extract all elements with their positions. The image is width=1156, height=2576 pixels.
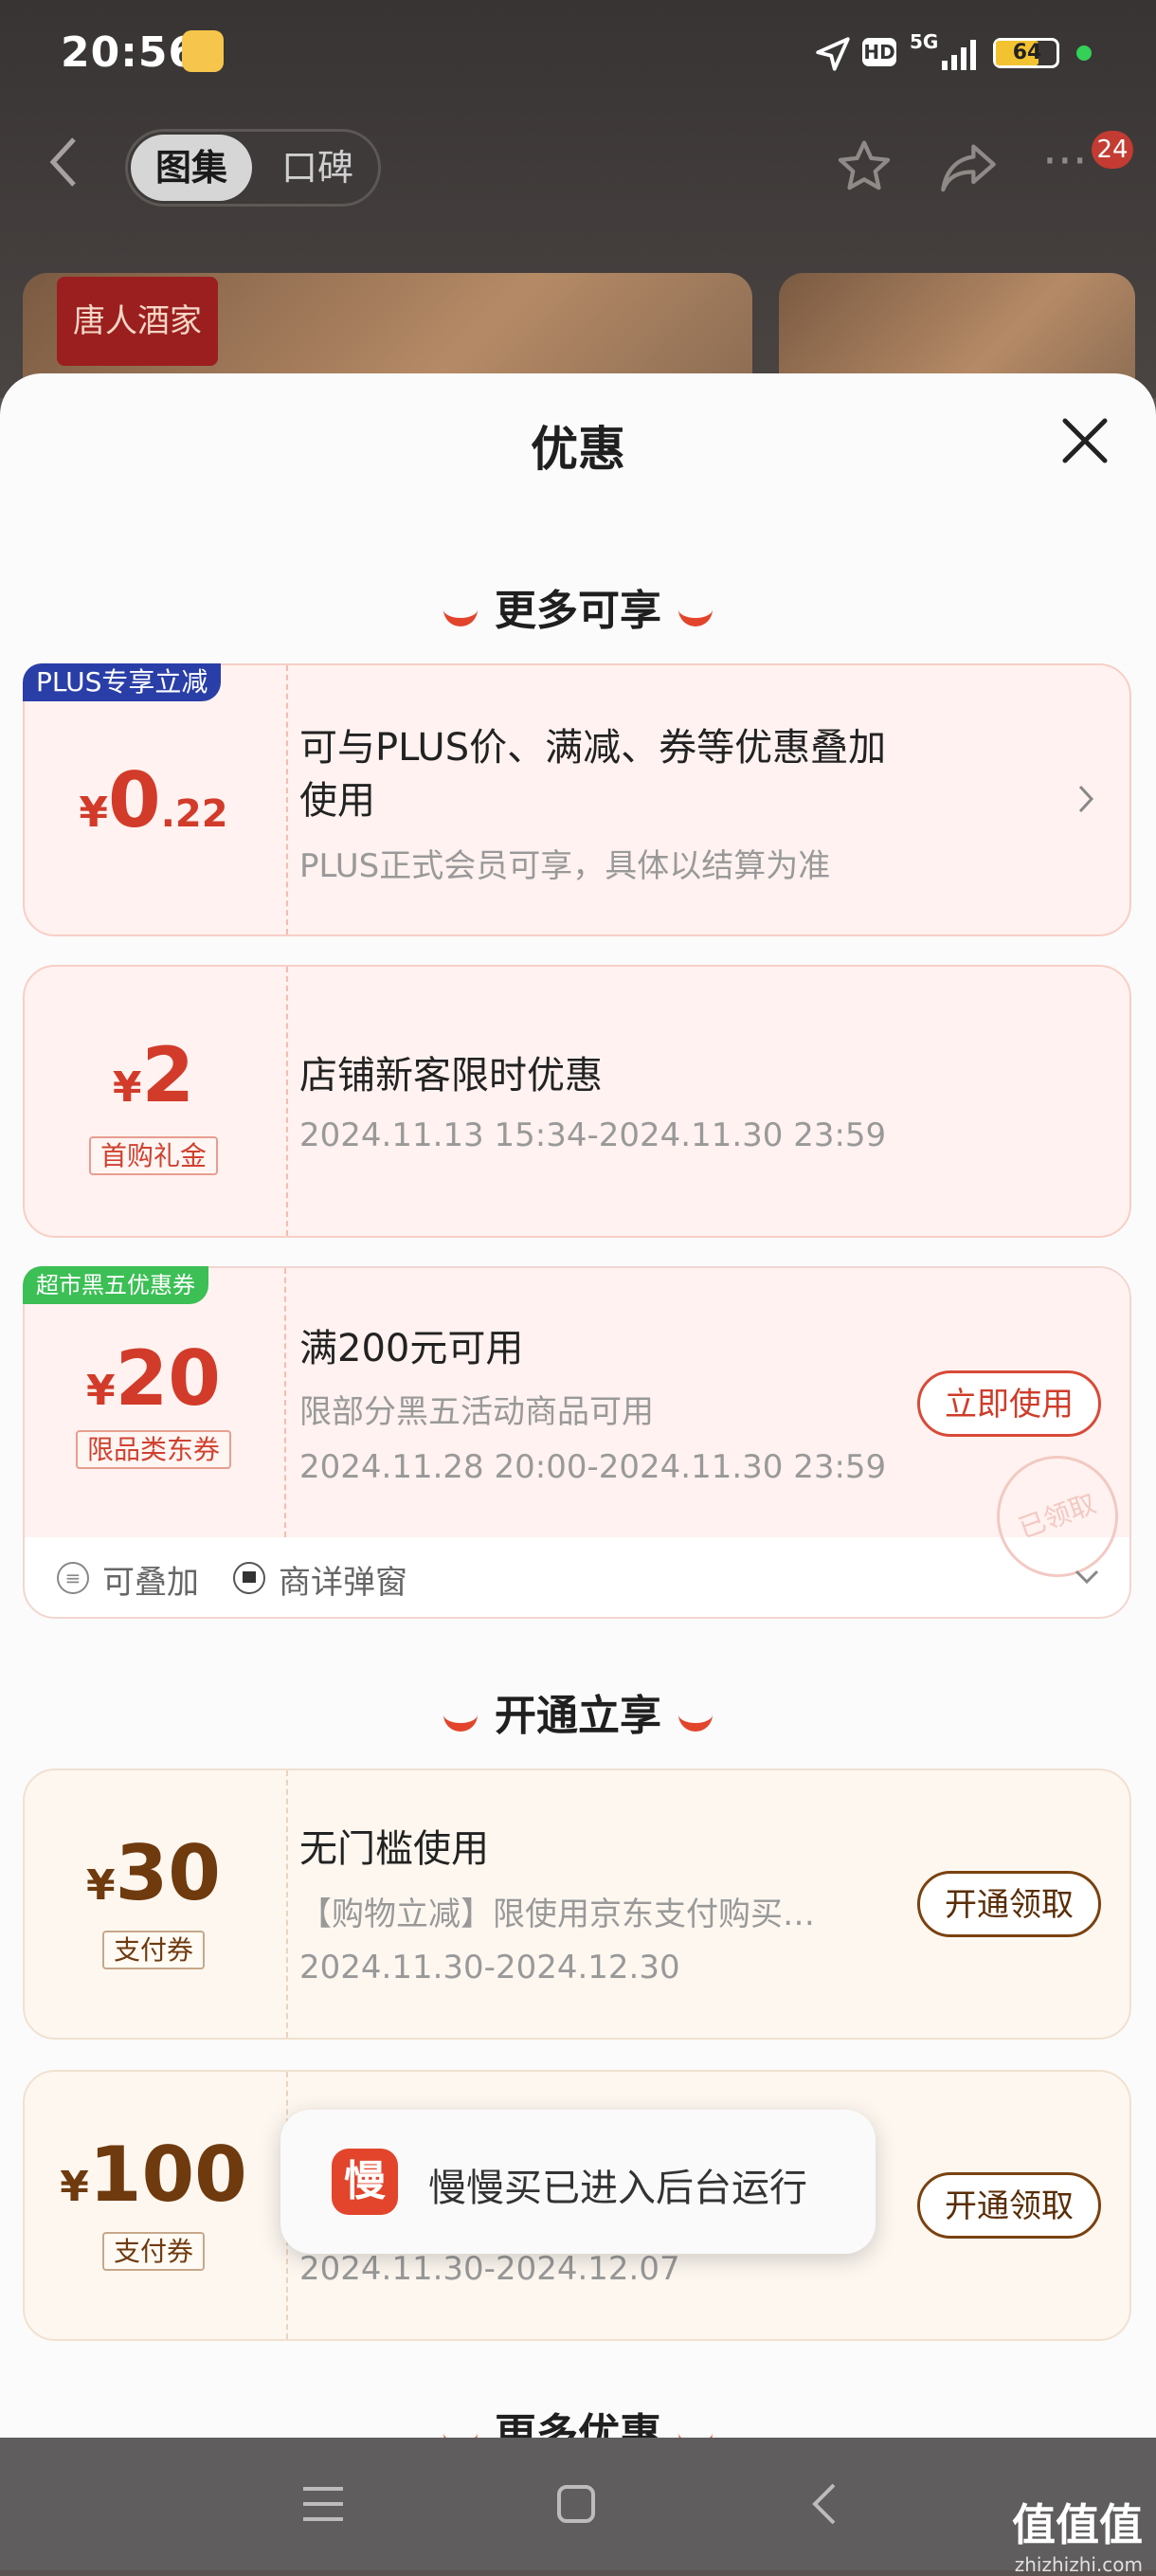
coupon-validity: 2024.11.30-2024.12.07	[299, 2250, 680, 2288]
coupon-validity: 2024.11.30-2024.12.30	[299, 1949, 680, 1986]
share-icon[interactable]	[938, 138, 999, 195]
card-divider	[286, 1770, 288, 2038]
watermark: 值值值 zhizhizhi.com	[1012, 2499, 1143, 2576]
back-button[interactable]	[45, 133, 102, 209]
coupon-tag: 限品类东券	[75, 1430, 231, 1469]
coupon-amount: ¥2	[112, 1031, 195, 1119]
coupon-validity: 2024.11.28 20:00-2024.11.30 23:59	[299, 1448, 887, 1486]
tab-reviews[interactable]: 口碑	[265, 135, 370, 201]
tab-gallery[interactable]: 图集	[131, 135, 252, 201]
hd-icon: HD	[862, 38, 896, 66]
home-icon[interactable]	[553, 2481, 599, 2527]
popup-icon	[233, 1562, 265, 1594]
coupon-amount: ¥100	[60, 2131, 247, 2219]
plus-tag: PLUS专享立减	[23, 663, 222, 701]
status-time: 20:56	[61, 28, 199, 77]
smile-icon	[678, 601, 713, 626]
coupon-title: 店铺新客限时优惠	[299, 1054, 603, 1098]
app-icon: 慢	[332, 2149, 398, 2215]
chevron-left-icon	[49, 137, 76, 187]
network-type: 5G	[910, 30, 939, 53]
back-nav-icon[interactable]	[807, 2481, 841, 2527]
smile-icon	[443, 1706, 478, 1732]
coupon-title-line2: 使用	[299, 779, 375, 823]
toast-message: 慢慢买已进入后台运行	[428, 2167, 807, 2210]
coupon-title: 可与PLUS价、满减、券等优惠叠加	[299, 726, 887, 770]
coupon-subtitle: PLUS正式会员可享，具体以结算为准	[299, 847, 831, 885]
smile-icon	[443, 2424, 478, 2439]
section-header: 更多优惠	[0, 2400, 1156, 2438]
section-header: 更多可享	[0, 576, 1156, 637]
notification-app-icon	[182, 30, 224, 72]
stackable-label: 可叠加	[102, 1564, 199, 1602]
smile-icon	[678, 1706, 713, 1732]
use-now-button[interactable]: 立即使用	[917, 1370, 1101, 1437]
activate-claim-button[interactable]: 开通领取	[917, 2172, 1101, 2239]
card-divider	[286, 665, 288, 934]
coupon-amount: ¥30	[86, 1829, 221, 1917]
popup-label: 商详弹窗	[279, 1564, 407, 1602]
chevron-down-icon[interactable]	[1073, 1568, 1101, 1587]
battery-level: 64	[1012, 41, 1042, 64]
menu-icon[interactable]	[299, 2483, 347, 2525]
coupon-amount: ¥0.22	[79, 756, 228, 844]
smile-icon	[443, 601, 478, 626]
notification-badge: 24	[1092, 131, 1133, 169]
restaurant-logo: 唐人酒家	[57, 277, 218, 366]
activate-claim-button[interactable]: 开通领取	[917, 1871, 1101, 1937]
coupon-validity: 2024.11.13 15:34-2024.11.30 23:59	[299, 1116, 887, 1154]
coupon-tag: 支付券	[101, 1931, 205, 1969]
coupon-subtitle: 限部分黑五活动商品可用	[299, 1393, 654, 1431]
more-icon[interactable]: ···	[1042, 137, 1099, 185]
coupon-amount: ¥20	[86, 1334, 221, 1423]
close-icon[interactable]	[1052, 408, 1118, 474]
camera-indicator-dot	[1076, 45, 1092, 61]
coupon-subtitle: 【购物立减】限使用京东支付购买…	[299, 1896, 815, 1933]
section-header: 开通立享	[0, 1681, 1156, 1742]
coupon-tag: 首购礼金	[88, 1136, 218, 1175]
promo-tag: 超市黑五优惠券	[23, 1266, 208, 1304]
card-divider	[286, 967, 288, 1236]
smile-icon	[678, 2424, 713, 2439]
star-icon[interactable]	[834, 136, 894, 197]
signal-icon	[942, 40, 976, 70]
stack-icon: ≡	[57, 1562, 89, 1594]
coupon-title: 无门槛使用	[299, 1827, 489, 1871]
location-icon	[816, 37, 850, 71]
card-divider	[284, 1268, 286, 1537]
sheet-title: 优惠	[531, 422, 625, 477]
chevron-right-icon[interactable]	[1076, 783, 1095, 815]
coupon-tag: 支付券	[101, 2232, 205, 2271]
coupon-title: 满200元可用	[299, 1327, 524, 1370]
